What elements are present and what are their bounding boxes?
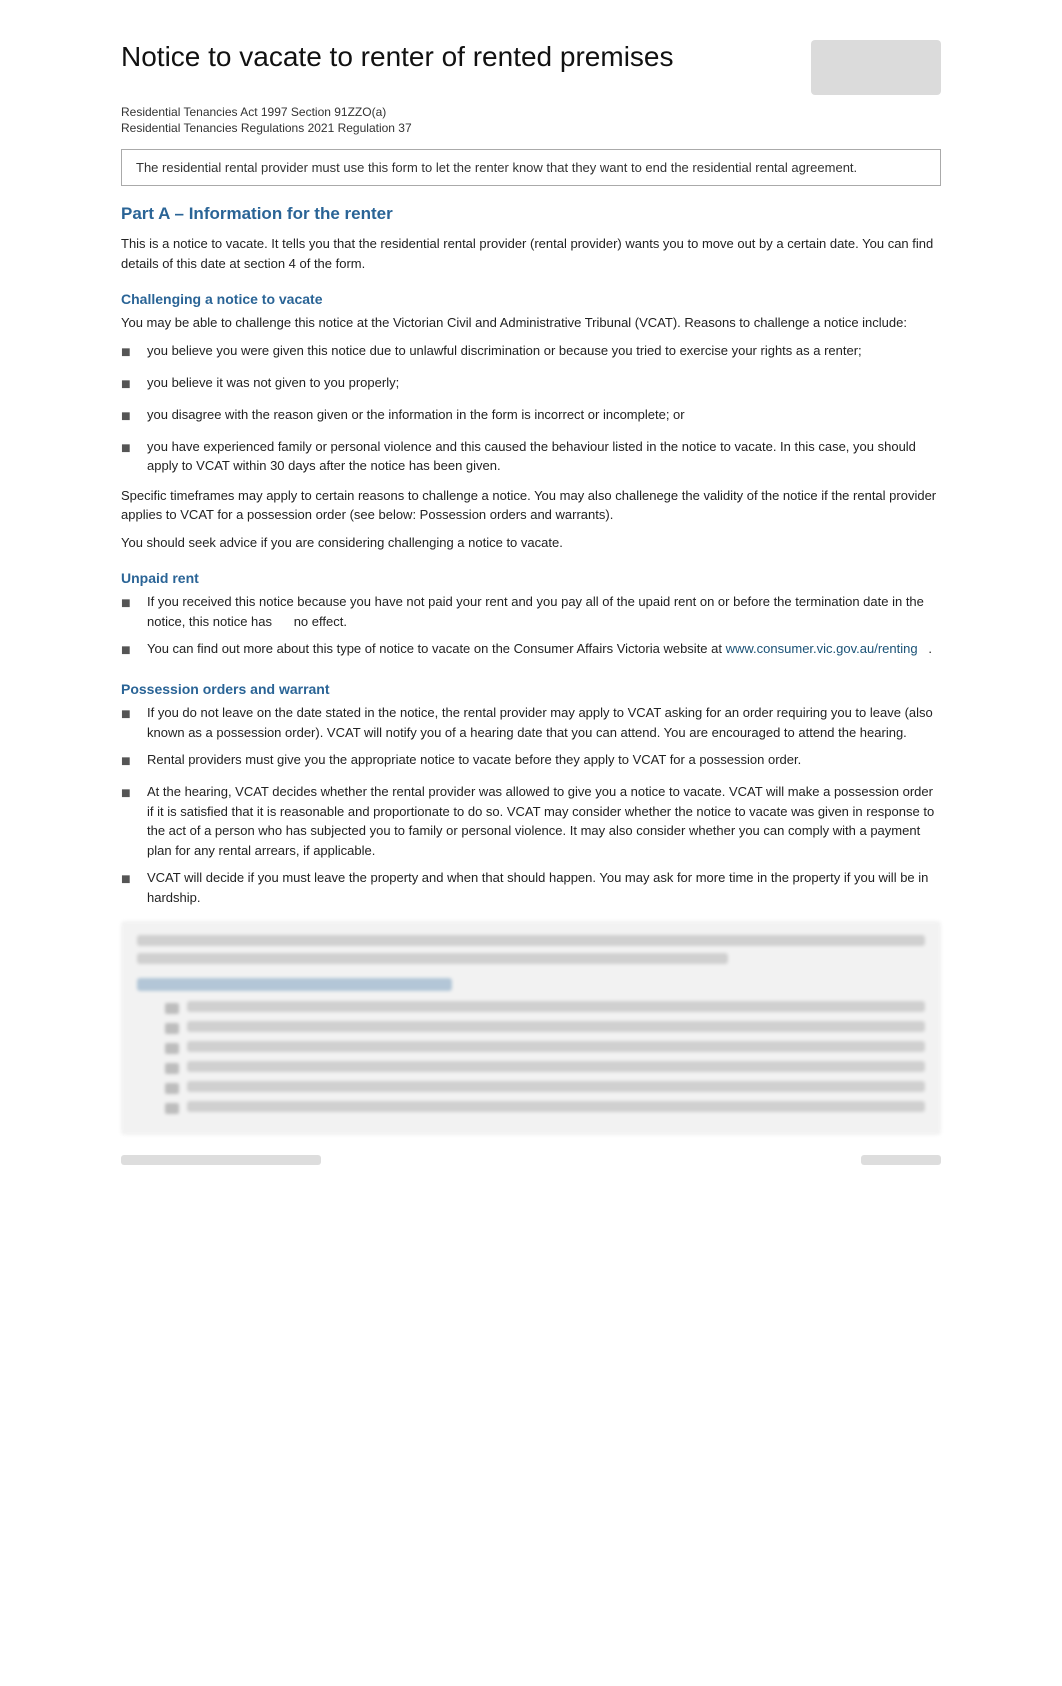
blurred-line <box>137 935 925 946</box>
blurred-line <box>137 953 728 964</box>
footer-line-right <box>861 1155 941 1165</box>
info-box: The residential rental provider must use… <box>121 149 941 186</box>
blurred-bullet-icon <box>165 1023 179 1034</box>
possession-bullet-list: ■ If you do not leave on the date stated… <box>121 703 941 907</box>
list-item: ■ You can find out more about this type … <box>121 639 941 663</box>
blurred-section-main <box>121 921 941 1135</box>
blurred-bullet-icon <box>165 1003 179 1014</box>
page-container: Notice to vacate to renter of rented pre… <box>101 0 961 1225</box>
blurred-list-item <box>165 1101 925 1114</box>
blurred-bullet-icon <box>165 1063 179 1074</box>
bullet-icon: ■ <box>121 639 143 663</box>
blurred-bullet-list <box>137 1001 925 1114</box>
unpaid-rent-bullet-list: ■ If you received this notice because yo… <box>121 592 941 663</box>
possession-bullet-1: If you do not leave on the date stated i… <box>147 703 941 742</box>
bullet-icon: ■ <box>121 750 143 774</box>
unpaid-rent-heading: Unpaid rent <box>121 570 941 586</box>
footer-line-left <box>121 1155 321 1165</box>
list-item: ■ Rental providers must give you the app… <box>121 750 941 774</box>
blurred-bullet-icon <box>165 1043 179 1054</box>
possession-bullet-4: VCAT will decide if you must leave the p… <box>147 868 941 907</box>
part-a-intro: This is a notice to vacate. It tells you… <box>121 234 941 273</box>
list-item: ■ you believe it was not given to you pr… <box>121 373 941 397</box>
list-item: ■ At the hearing, VCAT decides whether t… <box>121 782 941 860</box>
list-item: ■ you believe you were given this notice… <box>121 341 941 365</box>
challenging-bullet-2: you believe it was not given to you prop… <box>147 373 399 393</box>
challenging-bullet-list: ■ you believe you were given this notice… <box>121 341 941 476</box>
list-item: ■ you have experienced family or persona… <box>121 437 941 476</box>
footer-blurred <box>121 1155 941 1165</box>
possession-bullet-3: At the hearing, VCAT decides whether the… <box>147 782 941 860</box>
challenging-heading: Challenging a notice to vacate <box>121 291 941 307</box>
list-item: ■ If you do not leave on the date stated… <box>121 703 941 742</box>
possession-bullet-2: Rental providers must give you the appro… <box>147 750 801 770</box>
bullet-icon: ■ <box>121 703 143 727</box>
unpaid-rent-bullet-1: If you received this notice because you … <box>147 592 941 631</box>
list-item: ■ If you received this notice because yo… <box>121 592 941 631</box>
bullet-icon: ■ <box>121 437 143 461</box>
blurred-subsection <box>137 978 925 1114</box>
subtitle-line-1: Residential Tenancies Act 1997 Section 9… <box>121 105 941 119</box>
possession-heading: Possession orders and warrant <box>121 681 941 697</box>
blurred-list-item <box>165 1061 925 1074</box>
challenging-bullet-1: you believe you were given this notice d… <box>147 341 862 361</box>
consumer-affairs-link[interactable]: www.consumer.vic.gov.au/renting <box>726 641 918 656</box>
bullet-icon: ■ <box>121 341 143 365</box>
blurred-heading <box>137 978 452 991</box>
part-a-heading: Part A – Information for the renter <box>121 204 941 226</box>
challenging-bullet-3: you disagree with the reason given or th… <box>147 405 685 425</box>
challenging-intro: You may be able to challenge this notice… <box>121 313 941 333</box>
blurred-list-item <box>165 1021 925 1034</box>
bullet-icon: ■ <box>121 373 143 397</box>
list-item: ■ you disagree with the reason given or … <box>121 405 941 429</box>
challenging-para2: You should seek advice if you are consid… <box>121 533 941 553</box>
challenging-para1: Specific timeframes may apply to certain… <box>121 486 941 525</box>
bullet-icon: ■ <box>121 868 143 892</box>
header-area: Notice to vacate to renter of rented pre… <box>121 40 941 95</box>
bullet-icon: ■ <box>121 782 143 806</box>
challenging-bullet-4: you have experienced family or personal … <box>147 437 941 476</box>
blurred-list-item <box>165 1041 925 1054</box>
blurred-bullet-icon <box>165 1103 179 1114</box>
title-block: Notice to vacate to renter of rented pre… <box>121 40 674 78</box>
subtitle-line-2: Residential Tenancies Regulations 2021 R… <box>121 121 941 135</box>
blurred-list-item <box>165 1001 925 1014</box>
bullet-icon: ■ <box>121 405 143 429</box>
unpaid-rent-bullet-2: You can find out more about this type of… <box>147 639 932 659</box>
page-title: Notice to vacate to renter of rented pre… <box>121 40 674 74</box>
bullet-icon: ■ <box>121 592 143 616</box>
list-item: ■ VCAT will decide if you must leave the… <box>121 868 941 907</box>
blurred-list-item <box>165 1081 925 1094</box>
blurred-bullet-icon <box>165 1083 179 1094</box>
logo <box>811 40 941 95</box>
